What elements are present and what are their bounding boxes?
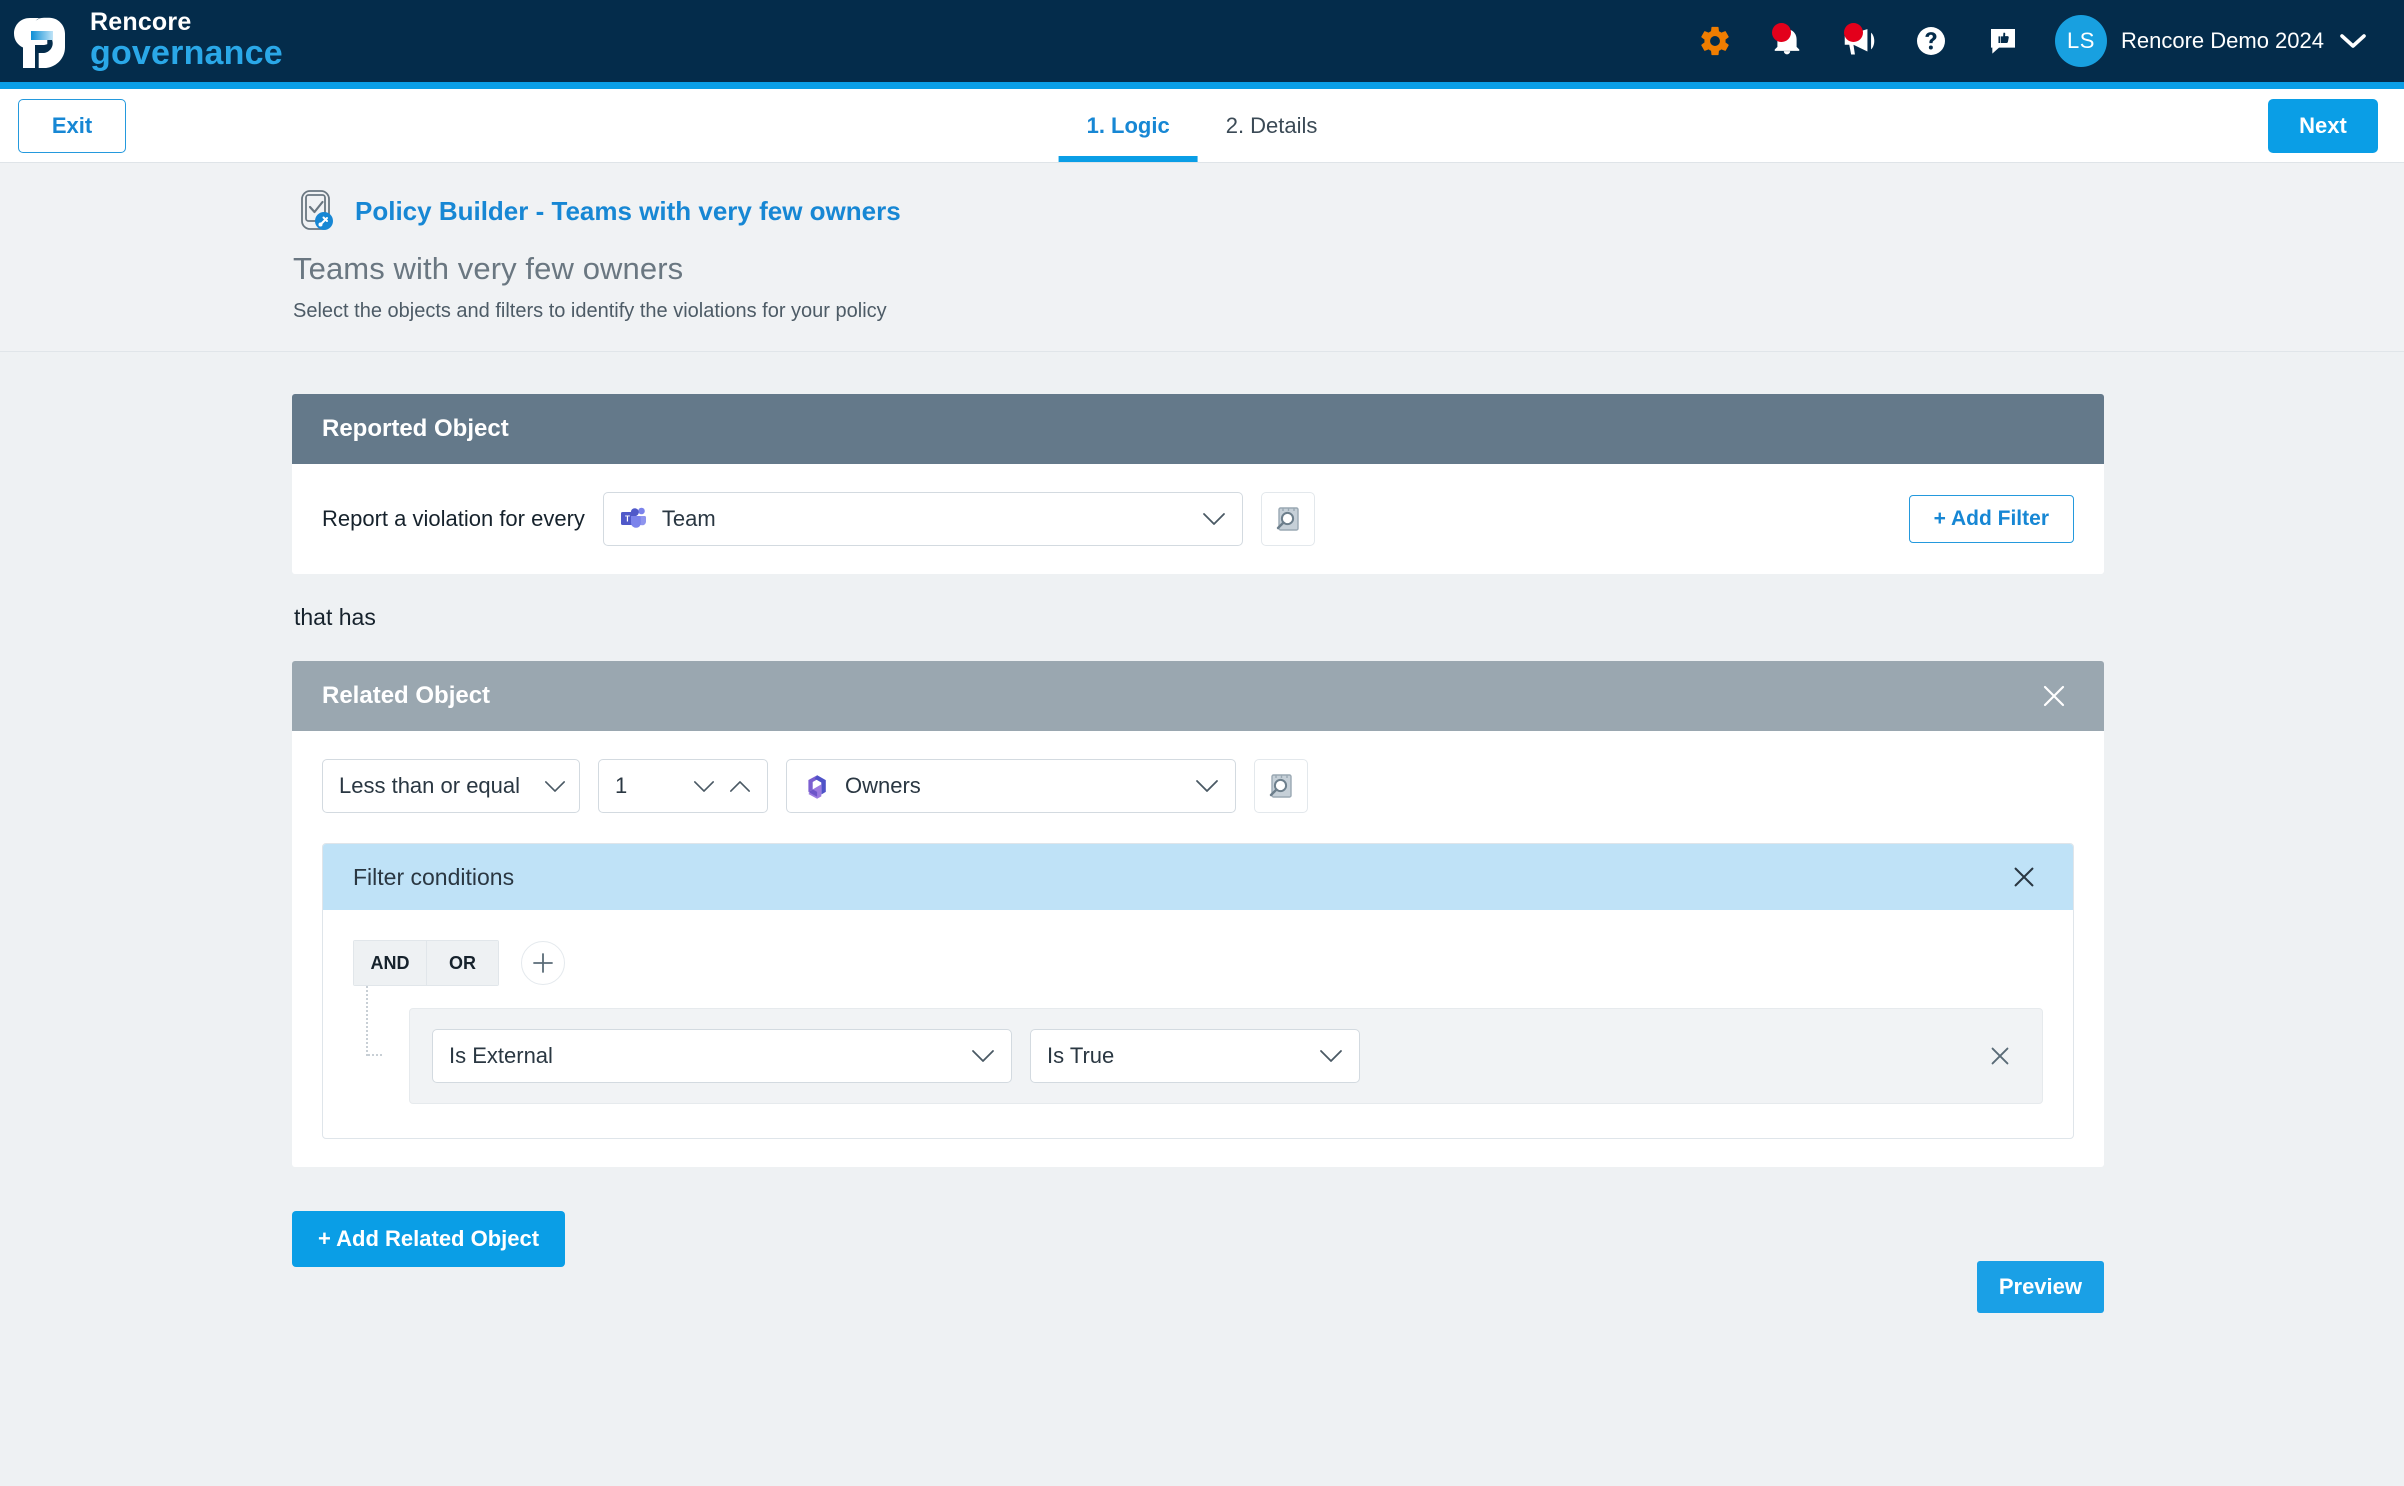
- filter-conditions-body: AND OR Is External Is True: [323, 910, 2073, 1138]
- condition-field-select[interactable]: Is External: [432, 1029, 1012, 1083]
- page-subtitle: Select the objects and filters to identi…: [293, 300, 887, 322]
- count-decrement-icon[interactable]: [693, 780, 715, 793]
- brand-name-primary: Rencore: [90, 8, 192, 36]
- chevron-down-icon: [953, 1049, 995, 1063]
- user-avatar[interactable]: LS: [2054, 15, 2107, 67]
- wizard-toolbar: Exit 1. Logic 2. Details Next: [0, 89, 2404, 163]
- connector-text: that has: [294, 604, 376, 630]
- inspect-magnifier-icon: [1269, 774, 1292, 798]
- microsoft-365-icon: [808, 775, 826, 799]
- notification-bell-icon[interactable]: [1751, 10, 1823, 72]
- breadcrumb: Policy Builder - Teams with very few own…: [293, 187, 2404, 235]
- related-object-body: Less than or equal 1 Owners Filter condi…: [292, 731, 2104, 1167]
- top-nav-actions: LS Rencore Demo 2024: [1679, 10, 2366, 72]
- chevron-down-icon: [1177, 779, 1219, 793]
- related-object-card: Related Object Less than or equal 1 Owne…: [292, 661, 2104, 1167]
- chevron-down-icon: [1301, 1049, 1343, 1063]
- condition-operator-value: Is True: [1047, 1043, 1115, 1068]
- help-question-icon[interactable]: [1895, 10, 1967, 72]
- policy-builder-icon: [301, 190, 333, 230]
- feedback-glyph: [1990, 29, 2015, 54]
- top-navigation-bar: Rencore governance LS Rencore Demo 2024: [0, 0, 2404, 82]
- comparison-operator-select[interactable]: Less than or equal: [322, 759, 580, 813]
- accent-rule: [0, 82, 2404, 89]
- breadcrumb-title[interactable]: Policy Builder - Teams with very few own…: [355, 196, 901, 227]
- canvas-footer: + Add Related Object Preview: [292, 1211, 2104, 1313]
- filter-conditions-title: Filter conditions: [353, 863, 515, 890]
- filter-conditions-panel: Filter conditions AND OR Is External Is …: [322, 843, 2074, 1139]
- comparison-operator-value: Less than or equal: [339, 773, 521, 798]
- logic-operator-toggle[interactable]: AND OR: [353, 940, 499, 986]
- remove-filter-conditions-icon[interactable]: [2005, 858, 2043, 896]
- announcement-megaphone-icon[interactable]: [1823, 10, 1895, 72]
- help-glyph: [1916, 27, 1945, 55]
- tab-logic[interactable]: 1. Logic: [1058, 89, 1198, 162]
- svg-text:T: T: [625, 515, 630, 524]
- microsoft-teams-icon: T: [620, 507, 646, 528]
- brand-logo-area[interactable]: Rencore governance: [14, 10, 283, 72]
- page-header: Policy Builder - Teams with very few own…: [0, 163, 2404, 352]
- chevron-down-icon: [534, 780, 566, 793]
- related-object-inspect-button[interactable]: [1254, 759, 1308, 813]
- add-related-object-button[interactable]: + Add Related Object: [292, 1211, 566, 1267]
- count-stepper[interactable]: 1: [598, 759, 768, 813]
- reported-object-body: Report a violation for every T Team + Ad…: [292, 464, 2104, 574]
- tab-details[interactable]: 2. Details: [1198, 89, 1346, 162]
- tenant-name-label[interactable]: Rencore Demo 2024: [2121, 28, 2324, 54]
- reported-object-select[interactable]: T Team: [602, 492, 1243, 546]
- add-condition-button[interactable]: [521, 941, 565, 985]
- rencore-logo-icon: [14, 17, 65, 68]
- condition-tree-connector: [366, 986, 382, 1056]
- related-object-header-label: Related Object: [322, 682, 491, 709]
- related-object-header: Related Object: [292, 661, 2104, 731]
- reported-object-header: Reported Object: [292, 394, 2104, 464]
- next-button[interactable]: Next: [2268, 98, 2378, 153]
- notification-badge: [1771, 23, 1791, 42]
- filter-conditions-header: Filter conditions: [323, 844, 2073, 910]
- announcement-badge: [1843, 23, 1863, 42]
- condition-field-value: Is External: [449, 1043, 553, 1068]
- logic-and-button[interactable]: AND: [354, 941, 426, 985]
- wizard-steps: 1. Logic 2. Details: [1058, 89, 1346, 162]
- related-object-value: Owners: [845, 773, 921, 798]
- inspect-magnifier-icon: [1276, 507, 1299, 531]
- feedback-chat-icon[interactable]: [1967, 10, 2039, 72]
- plus-icon: [533, 953, 553, 973]
- settings-gear-glyph: [1701, 26, 1729, 56]
- policy-builder-canvas: Reported Object Report a violation for e…: [0, 352, 2404, 1313]
- logic-or-button[interactable]: OR: [426, 941, 498, 985]
- settings-gear-icon[interactable]: [1679, 10, 1751, 72]
- condition-operator-select[interactable]: Is True: [1030, 1029, 1360, 1083]
- page-title: Teams with very few owners: [293, 251, 684, 286]
- reported-object-card: Reported Object Report a violation for e…: [292, 394, 2104, 574]
- reported-object-value: Team: [661, 506, 716, 531]
- report-violation-label: Report a violation for every: [322, 506, 585, 531]
- related-object-select[interactable]: Owners: [786, 759, 1236, 813]
- reported-object-header-label: Reported Object: [322, 415, 509, 442]
- condition-row: Is External Is True: [409, 1008, 2043, 1104]
- chevron-down-glyph: [2340, 34, 2366, 48]
- chevron-down-icon: [1184, 512, 1226, 526]
- add-filter-button[interactable]: + Add Filter: [1908, 495, 2074, 543]
- count-increment-icon[interactable]: [729, 780, 751, 793]
- exit-button[interactable]: Exit: [18, 98, 126, 153]
- preview-button[interactable]: Preview: [1976, 1261, 2104, 1313]
- count-value: 1: [615, 773, 628, 798]
- remove-condition-icon[interactable]: [1980, 1036, 2020, 1076]
- remove-related-object-icon[interactable]: [2034, 676, 2074, 716]
- brand-name-secondary: governance: [90, 34, 283, 72]
- reported-object-inspect-button[interactable]: [1260, 492, 1315, 546]
- tenant-chevron-down-icon[interactable]: [2340, 33, 2366, 49]
